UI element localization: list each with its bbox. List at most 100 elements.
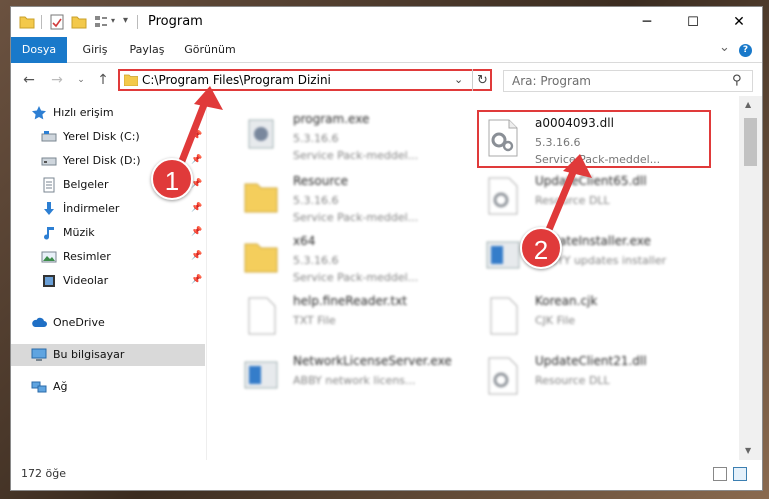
pin-icon: 📌 xyxy=(191,227,203,237)
back-arrow-icon[interactable]: ← xyxy=(19,70,39,90)
up-arrow-icon[interactable]: ↑ xyxy=(93,70,113,90)
large-icons-view-icon[interactable] xyxy=(733,467,747,481)
step-callout-1: 1 xyxy=(151,158,193,200)
sidebar-item-label: OneDrive xyxy=(53,316,105,329)
sidebar-item-this-pc[interactable]: Bu bilgisayar xyxy=(11,344,205,366)
file-item-x64[interactable]: x64 5.3.16.6 Service Pack-meddel... xyxy=(243,232,479,290)
tab-gorunum[interactable]: Görünüm xyxy=(179,37,241,63)
search-icon: ⚲ xyxy=(732,73,742,88)
maximize-button[interactable]: ☐ xyxy=(670,7,716,37)
file-version: 5.3.16.6 xyxy=(293,132,339,145)
file-version: TXT File xyxy=(293,314,336,327)
file-version: CJK File xyxy=(535,314,576,327)
view-options-icon[interactable] xyxy=(93,14,109,30)
properties-icon[interactable] xyxy=(49,14,65,30)
tab-dosya[interactable]: Dosya xyxy=(11,37,67,63)
refresh-icon[interactable]: ↻ xyxy=(472,69,492,91)
scroll-down-icon[interactable]: ▼ xyxy=(745,446,751,455)
file-name: UpdateClient65.dll xyxy=(535,174,647,188)
title-bar: ▾ ▾ Program ─ ☐ ✕ xyxy=(11,7,762,37)
computer-icon xyxy=(31,348,47,361)
sidebar-item-label: Yerel Disk (D:) xyxy=(63,154,141,167)
folder-icon xyxy=(124,74,138,86)
details-view-icon[interactable] xyxy=(713,467,727,481)
ribbon-collapse-icon[interactable]: ⌄ xyxy=(719,40,730,55)
search-placeholder: Ara: Program xyxy=(512,74,591,88)
sidebar-item-downloads[interactable]: İndirmeler 📌 xyxy=(11,198,205,220)
file-list-pane: program.exe 5.3.16.6 Service Pack-meddel… xyxy=(207,96,762,460)
sidebar-item-label: Ağ xyxy=(53,380,68,393)
file-description: Service Pack-meddel... xyxy=(293,271,419,284)
pin-icon: 📌 xyxy=(191,275,203,285)
sidebar-item-label: İndirmeler xyxy=(63,202,120,215)
sidebar-item-network[interactable]: Ağ xyxy=(11,376,205,398)
file-name: x64 xyxy=(293,234,316,248)
file-name: Resource xyxy=(293,174,349,188)
scroll-up-icon[interactable]: ▲ xyxy=(745,100,751,109)
close-button[interactable]: ✕ xyxy=(716,7,762,37)
scrollbar-thumb[interactable] xyxy=(744,118,757,166)
search-input[interactable]: Ara: Program ⚲ xyxy=(503,70,753,92)
file-item-help-finereader-txt[interactable]: help.fineReader.txt TXT File xyxy=(243,292,479,350)
recent-locations-chevron-icon[interactable]: ⌄ xyxy=(71,70,91,90)
address-row: ← → ⌄ ↑ C:\Program Files\Program Dizini … xyxy=(11,64,762,96)
sidebar-item-label: Yerel Disk (C:) xyxy=(63,130,140,143)
file-item-korean-cjk[interactable]: Korean.cjk CJK File xyxy=(485,292,721,350)
dll-file-icon xyxy=(488,177,518,215)
file-highlight-box xyxy=(477,110,711,168)
explorer-window: ▾ ▾ Program ─ ☐ ✕ Dosya Giriş Paylaş Gör… xyxy=(10,6,763,491)
videos-icon xyxy=(43,275,55,287)
step-callout-2: 2 xyxy=(520,227,562,269)
file-name: help.fineReader.txt xyxy=(293,294,407,308)
network-icon xyxy=(31,381,47,393)
file-name: NetworkLicenseServer.exe xyxy=(293,354,452,368)
sidebar-item-label: Hızlı erişim xyxy=(53,106,114,119)
customize-toolbar-icon[interactable]: ▾ xyxy=(123,15,128,26)
window-title: Program xyxy=(148,14,203,29)
file-version: ABBY network licens... xyxy=(293,374,416,387)
sidebar-item-label: Belgeler xyxy=(63,178,109,191)
sidebar-item-local-disk-c[interactable]: Yerel Disk (C:) 📌 xyxy=(11,126,205,148)
navigation-pane: Hızlı erişim Yerel Disk (C:) 📌 Yerel Dis… xyxy=(11,96,207,460)
new-folder-icon[interactable] xyxy=(71,14,87,30)
sidebar-item-onedrive[interactable]: OneDrive xyxy=(11,312,205,334)
sidebar-item-videos[interactable]: Videolar 📌 xyxy=(11,270,205,292)
pin-icon: 📌 xyxy=(191,155,203,165)
drive-icon xyxy=(41,157,57,166)
sidebar-item-label: Resimler xyxy=(63,250,111,263)
address-bar[interactable]: C:\Program Files\Program Dizini ⌄ ↻ xyxy=(118,69,492,91)
file-item-updateclient21-dll[interactable]: UpdateClient21.dll Resource DLL xyxy=(485,352,721,410)
vertical-scrollbar[interactable]: ▲ ▼ xyxy=(739,96,762,460)
file-version: 5.3.16.6 xyxy=(293,194,339,207)
minimize-button[interactable]: ─ xyxy=(624,7,670,37)
file-name: UpdateClient21.dll xyxy=(535,354,647,368)
item-count: 172 öğe xyxy=(21,467,66,480)
sidebar-item-music[interactable]: Müzik 📌 xyxy=(11,222,205,244)
sidebar-item-label: Videolar xyxy=(63,274,109,287)
pictures-icon xyxy=(41,251,57,263)
installer-icon xyxy=(244,361,278,389)
sidebar-item-pictures[interactable]: Resimler 📌 xyxy=(11,246,205,268)
tab-paylas[interactable]: Paylaş xyxy=(123,37,171,63)
forward-arrow-icon[interactable]: → xyxy=(47,70,67,90)
pin-icon: 📌 xyxy=(191,131,203,141)
file-item-program-exe[interactable]: program.exe 5.3.16.6 Service Pack-meddel… xyxy=(243,110,479,168)
file-item-updateclient65-dll[interactable]: UpdateClient65.dll Resource DLL xyxy=(485,172,721,230)
file-version: Resource DLL xyxy=(535,374,610,387)
address-history-chevron-icon[interactable]: ⌄ xyxy=(454,73,463,86)
star-icon xyxy=(32,106,46,120)
help-icon[interactable]: ? xyxy=(739,44,752,57)
view-options-chevron-icon[interactable]: ▾ xyxy=(111,16,115,25)
pin-icon: 📌 xyxy=(191,203,203,213)
folder-icon xyxy=(244,183,278,213)
file-description: Service Pack-meddel... xyxy=(293,211,419,224)
sidebar-item-quick-access[interactable]: Hızlı erişim xyxy=(11,102,205,124)
music-icon xyxy=(44,227,54,240)
file-item-resource[interactable]: Resource 5.3.16.6 Service Pack-meddel... xyxy=(243,172,479,230)
file-item-networklicenseserver-exe[interactable]: NetworkLicenseServer.exe ABBY network li… xyxy=(243,352,479,410)
text-file-icon xyxy=(248,297,276,335)
tab-giris[interactable]: Giriş xyxy=(73,37,117,63)
dll-file-icon xyxy=(488,357,518,395)
file-description: Service Pack-meddel... xyxy=(293,149,419,162)
folder-icon xyxy=(19,16,35,29)
